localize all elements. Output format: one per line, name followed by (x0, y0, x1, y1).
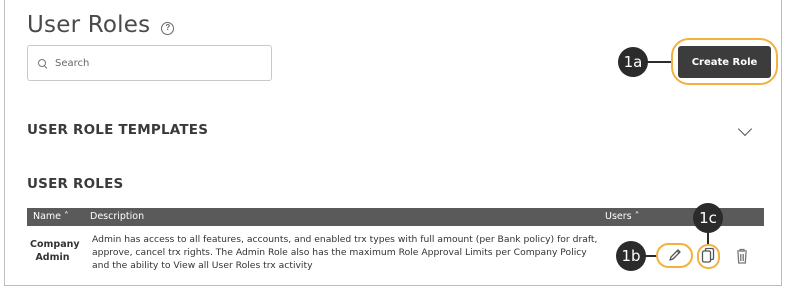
trash-icon[interactable] (735, 247, 749, 265)
section-heading-roles: USER ROLES (27, 176, 124, 192)
search-box[interactable] (27, 45, 272, 81)
callout-connector (707, 231, 709, 244)
help-icon[interactable]: ? (161, 22, 175, 35)
callout-1c: 1c (693, 203, 723, 233)
column-header-name[interactable]: Name ˄ (33, 211, 69, 222)
section-heading-templates[interactable]: USER ROLE TEMPLATES (27, 122, 208, 138)
create-role-button[interactable]: Create Role (678, 46, 771, 78)
search-input[interactable] (55, 57, 255, 69)
search-icon (38, 58, 47, 68)
callout-1a: 1a (618, 47, 648, 77)
table-row-name: Company Admin (30, 239, 80, 263)
copy-icon[interactable] (700, 247, 716, 265)
page-header: User Roles ? (27, 12, 175, 38)
pencil-icon[interactable] (664, 247, 684, 263)
column-header-description: Description (90, 211, 145, 222)
page-title: User Roles (27, 12, 151, 38)
table-row-description: Admin has access to all features, accoun… (92, 234, 598, 271)
column-header-users[interactable]: Users ˄ (605, 211, 639, 222)
table-header: Name ˄ Description Users ˄ (27, 208, 764, 226)
callout-1b: 1b (616, 241, 646, 271)
callout-connector (647, 61, 671, 63)
